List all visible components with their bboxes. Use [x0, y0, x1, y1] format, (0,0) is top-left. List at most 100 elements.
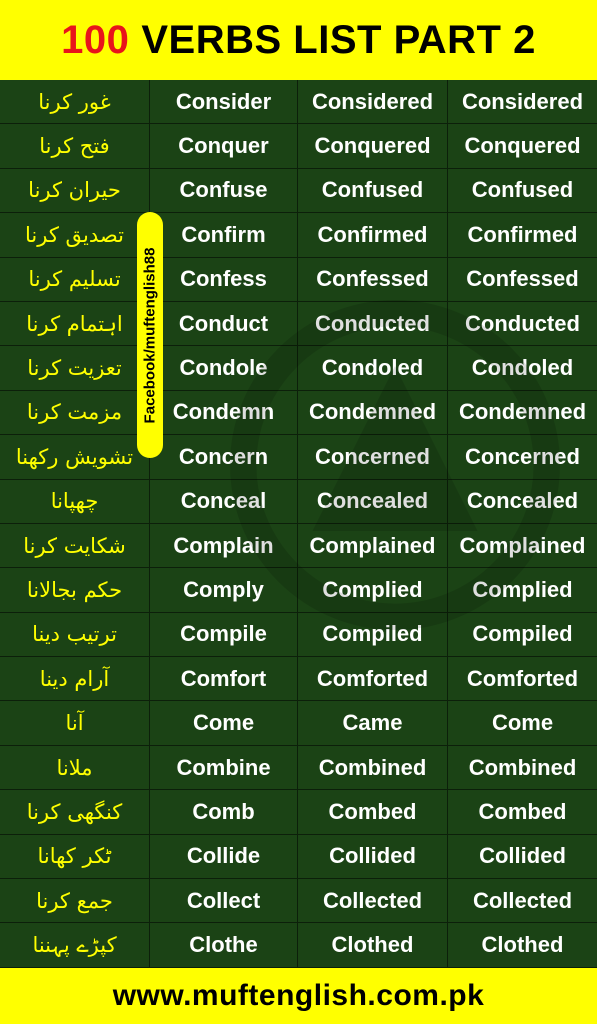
past-participle: Come — [491, 710, 554, 736]
base-form: Comb — [150, 790, 298, 834]
table-row: کنگھی کرنا Comb Combed Combed — [0, 790, 597, 835]
past-participle: Conquered — [464, 133, 581, 159]
past-participle: Combed — [478, 798, 567, 824]
past-participle: Confirmed — [467, 221, 578, 247]
base-form: Collide — [150, 834, 298, 879]
base-form: Compile — [150, 612, 298, 657]
past-participle: Clothed — [481, 932, 564, 958]
urdu-meaning: تصدیق کرنا — [0, 213, 150, 257]
past-form: Conquered — [298, 124, 448, 168]
urdu-meaning: آرام دینا — [0, 657, 150, 701]
past-form: Compiled — [298, 612, 448, 657]
table-row: آنا Come Came Come — [0, 701, 597, 746]
facebook-handle: Facebook/muftenglish88 — [141, 247, 159, 423]
base-form: Collect — [150, 879, 298, 923]
past-form: Concerned — [298, 435, 448, 479]
past-form: Combed — [298, 790, 448, 834]
past-participle: Conducted — [465, 310, 580, 336]
table-row: حکم بجالانا Comply Complied Complied — [0, 568, 597, 613]
past-participle: Collected — [472, 887, 573, 913]
urdu-meaning: کپڑے پہننا — [0, 923, 150, 967]
past-form: Concealed — [298, 479, 448, 523]
base-form: Come — [150, 701, 298, 745]
urdu-meaning: فتح کرنا — [0, 124, 150, 168]
urdu-meaning: حیران کرنا — [0, 168, 150, 213]
urdu-meaning: ملانا — [0, 745, 150, 790]
urdu-meaning: تعزیت کرنا — [0, 346, 150, 390]
past-form: Collected — [298, 879, 448, 923]
table-row: ترتیب دینا Compile Compiled Compiled — [0, 612, 597, 658]
base-form: Complain — [150, 523, 298, 568]
base-form: Conceal — [150, 479, 298, 523]
past-form: Combined — [298, 745, 448, 790]
past-form: Collided — [298, 834, 448, 879]
past-form: Complained — [298, 523, 448, 568]
past-form: Complied — [298, 568, 448, 612]
past-participle: Condemned — [458, 399, 587, 425]
table-row: تشویش رکھنا Concern Concerned Concerned — [0, 435, 597, 480]
past-form: Condoled — [298, 346, 448, 390]
website-url: www.muftenglish.com.pk — [112, 979, 485, 1012]
base-form: Condole — [150, 346, 298, 390]
base-form: Condemn — [150, 390, 298, 435]
base-form: Combine — [150, 745, 298, 790]
urdu-meaning: چھپانا — [0, 479, 150, 523]
past-participle: Considered — [461, 88, 584, 114]
table-row: آرام دینا Comfort Comforted Comforted — [0, 657, 597, 702]
past-form: Conducted — [298, 301, 448, 346]
past-participle: Confessed — [466, 266, 579, 292]
table-row: مزمت کرنا Condemn Condemned Condemned — [0, 390, 597, 436]
urdu-meaning: شکایت کرنا — [0, 523, 150, 568]
urdu-meaning: مزمت کرنا — [0, 390, 150, 435]
base-form: Clothe — [150, 923, 298, 967]
past-form: Condemned — [298, 390, 448, 435]
website-footer: www.muftenglish.com.pk — [0, 968, 597, 1024]
urdu-meaning: تسلیم کرنا — [0, 257, 150, 301]
base-form: Comply — [150, 568, 298, 612]
past-participle: Concealed — [466, 488, 579, 514]
urdu-meaning: تشویش رکھنا — [0, 435, 150, 479]
title-text: VERBS LIST PART 2 — [141, 17, 536, 62]
urdu-meaning: ٹکر کھانا — [0, 834, 150, 879]
past-form: Considered — [298, 80, 448, 124]
base-form: Comfort — [150, 657, 298, 701]
urdu-meaning: آنا — [0, 701, 150, 745]
past-participle: Concerned — [465, 443, 580, 469]
table-row: ٹکر کھانا Collide Collided Collided — [0, 834, 597, 880]
table-row: اہتمام کرنا Conduct Conducted Conducted — [0, 301, 597, 347]
past-participle: Complied — [472, 576, 573, 602]
table-row: ملانا Combine Combined Combined — [0, 745, 597, 791]
table-row: جمع کرنا Collect Collected Collected — [0, 879, 597, 924]
past-form: Clothed — [298, 923, 448, 967]
table-row: فتح کرنا Conquer Conquered Conquered — [0, 124, 597, 169]
base-form: Conduct — [150, 301, 298, 346]
past-form: Came — [298, 701, 448, 745]
urdu-meaning: ترتیب دینا — [0, 612, 150, 657]
past-participle: Confused — [471, 177, 574, 203]
urdu-meaning: حکم بجالانا — [0, 568, 150, 612]
base-form: Confess — [150, 257, 298, 301]
past-participle: Comforted — [466, 665, 579, 691]
base-form: Consider — [150, 80, 298, 124]
past-form: Comforted — [298, 657, 448, 701]
base-form: Confuse — [150, 168, 298, 213]
urdu-meaning: کنگھی کرنا — [0, 790, 150, 834]
facebook-badge: Facebook/muftenglish88 — [137, 212, 163, 458]
past-form: Confessed — [298, 257, 448, 301]
base-form: Concern — [150, 435, 298, 479]
base-form: Confirm — [150, 213, 298, 257]
table-row: شکایت کرنا Complain Complained Complained — [0, 523, 597, 569]
page-title: 100 VERBS LIST PART 2 — [0, 0, 597, 80]
table-row: تسلیم کرنا Confess Confessed Confessed — [0, 257, 597, 302]
urdu-meaning: اہتمام کرنا — [0, 301, 150, 346]
table-row: غور کرنا Consider Considered Considered — [0, 80, 597, 125]
title-number: 100 — [61, 17, 130, 62]
past-participle: Collided — [479, 843, 566, 869]
table-row: حیران کرنا Confuse Confused Confused — [0, 168, 597, 214]
table-row: کپڑے پہننا Clothe Clothed Clothed — [0, 923, 597, 968]
urdu-meaning: جمع کرنا — [0, 879, 150, 923]
past-participle: Combined — [468, 754, 577, 780]
past-participle: Compiled — [472, 621, 573, 647]
past-participle: Complained — [459, 532, 586, 558]
table-row: تعزیت کرنا Condole Condoled Condoled — [0, 346, 597, 391]
